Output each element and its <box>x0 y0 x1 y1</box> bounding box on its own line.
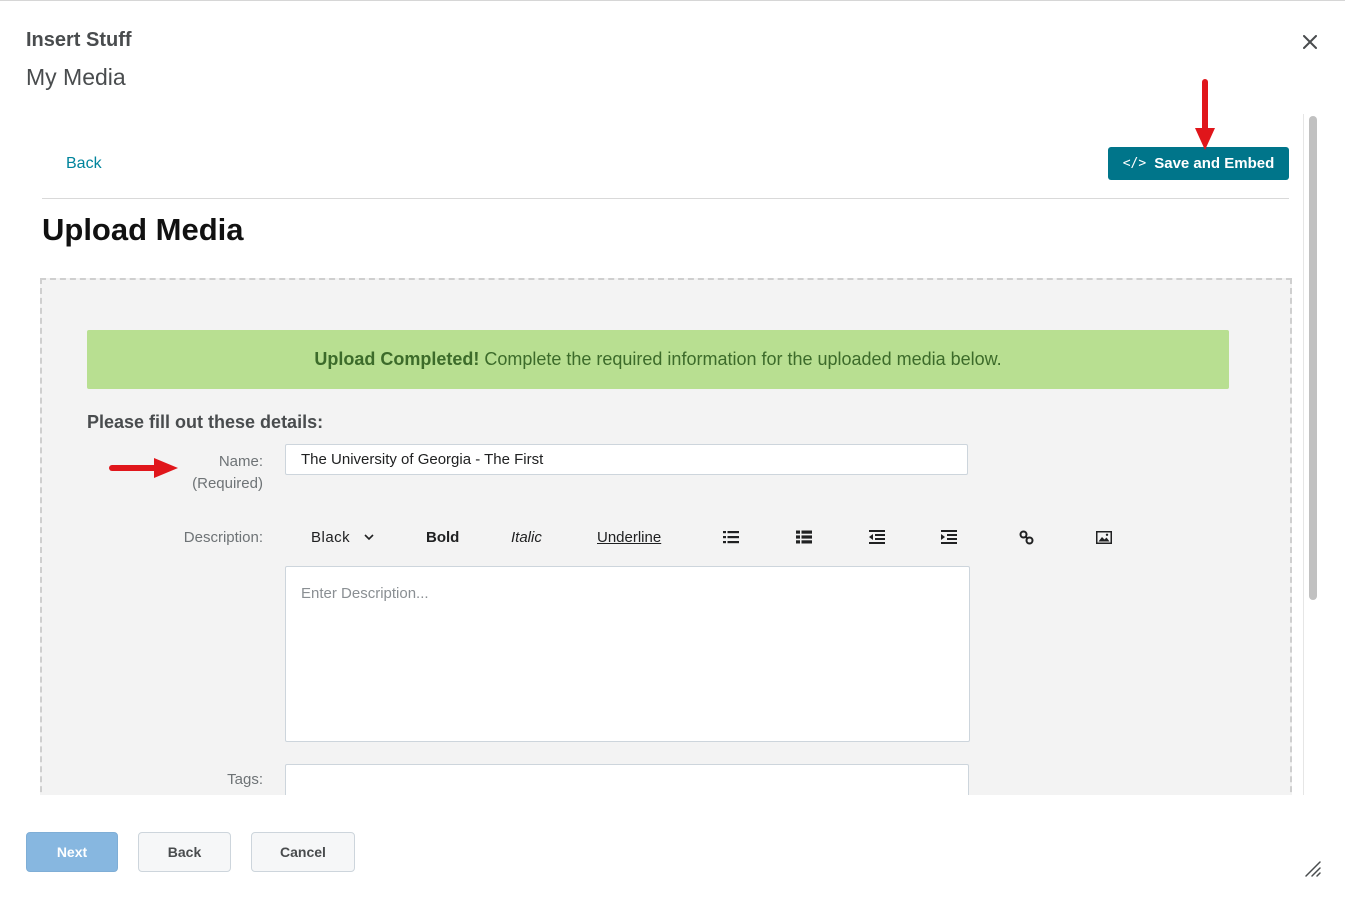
description-label: Description: <box>183 529 263 546</box>
footer-back-button[interactable]: Back <box>138 832 231 872</box>
banner-strong-text: Upload Completed! <box>314 349 480 369</box>
color-select-value: Black <box>311 528 351 546</box>
dialog-subtitle: My Media <box>26 64 126 90</box>
details-heading: Please fill out these details: <box>87 412 324 432</box>
name-input[interactable]: The University of Georgia - The First <box>285 444 968 475</box>
tags-input[interactable] <box>285 764 969 795</box>
scrollbar-thumb[interactable] <box>1309 116 1317 600</box>
numbered-list-icon <box>796 530 812 544</box>
annotation-arrow-right <box>109 458 178 478</box>
link-button[interactable] <box>1019 526 1034 548</box>
link-icon <box>1019 530 1034 544</box>
top-border <box>0 0 1345 1</box>
bulleted-list-icon <box>723 531 739 544</box>
tags-label: Tags: <box>227 771 263 788</box>
italic-button[interactable]: Italic <box>511 526 542 548</box>
page-title: Upload Media <box>42 212 244 247</box>
back-link[interactable]: Back <box>66 155 102 173</box>
content-scroll-region: Back </> Save and Embed Upload Media Upl… <box>26 114 1319 795</box>
image-button[interactable] <box>1096 526 1112 548</box>
close-button[interactable] <box>1296 28 1324 56</box>
divider <box>42 198 1289 199</box>
bulleted-list-button[interactable] <box>723 526 739 548</box>
resize-handle-icon[interactable] <box>1300 856 1322 878</box>
color-select[interactable]: Black <box>311 526 374 548</box>
description-textarea[interactable]: Enter Description... <box>285 566 970 742</box>
dialog-title: Insert Stuff <box>26 29 132 51</box>
close-icon <box>1303 35 1317 49</box>
banner-text: Complete the required information for th… <box>484 349 1002 369</box>
upload-dropzone: Upload Completed! Complete the required … <box>40 278 1292 795</box>
image-icon <box>1096 530 1112 544</box>
save-and-embed-label: Save and Embed <box>1154 155 1275 172</box>
outdent-button[interactable] <box>869 526 885 548</box>
numbered-list-button[interactable] <box>796 526 812 548</box>
description-toolbar: Black Bold Italic Underline <box>285 526 1112 548</box>
outdent-icon <box>869 530 885 544</box>
code-icon: </> <box>1122 156 1147 171</box>
indent-button[interactable] <box>941 526 957 548</box>
next-button[interactable]: Next <box>26 832 118 872</box>
bold-button[interactable]: Bold <box>426 526 459 548</box>
cancel-button[interactable]: Cancel <box>251 832 355 872</box>
indent-icon <box>941 530 957 544</box>
underline-button[interactable]: Underline <box>597 526 661 548</box>
chevron-down-icon <box>364 534 374 541</box>
annotation-arrow-down <box>1195 79 1215 150</box>
upload-completed-banner: Upload Completed! Complete the required … <box>87 330 1229 389</box>
